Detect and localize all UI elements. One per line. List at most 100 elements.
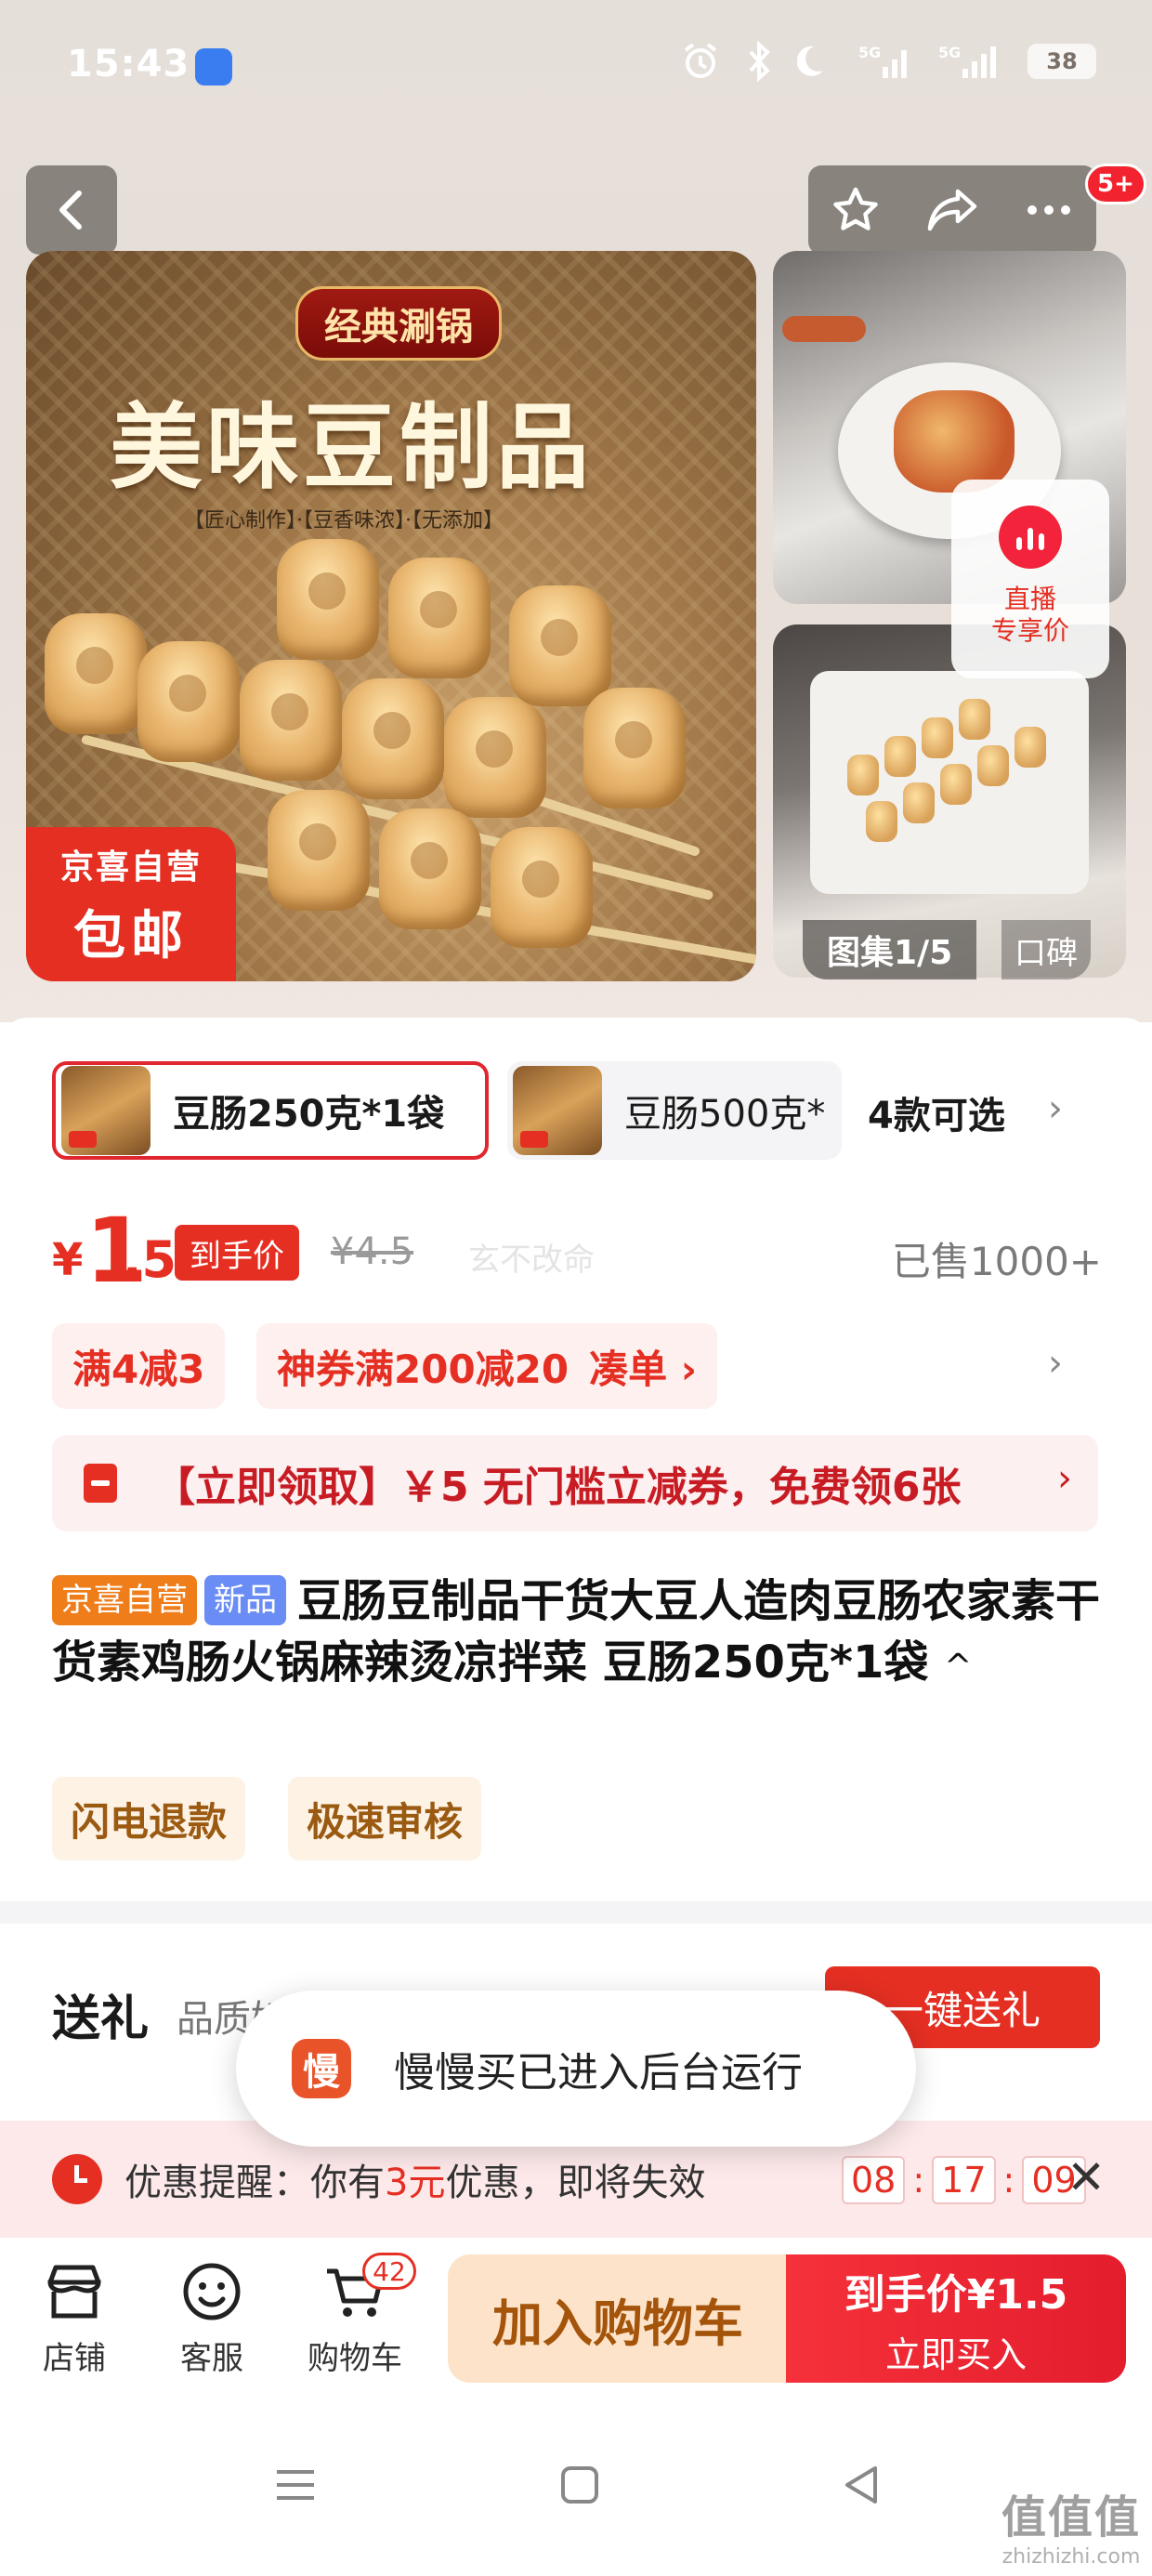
tofu-roll — [268, 790, 370, 911]
watermark-text: 玄不改命 — [468, 1242, 595, 1279]
battery-indicator: 38 — [1028, 44, 1096, 79]
app-logo-icon: 慢 — [292, 2039, 351, 2098]
app-notification-icon — [195, 48, 232, 85]
clock-icon — [52, 2154, 102, 2204]
site-watermark-logo: 值值值 — [1001, 2491, 1141, 2543]
sold-count: 已售1000+ — [891, 1239, 1102, 1284]
gift-title: 送礼 — [52, 1991, 150, 2047]
service-chip-refund[interactable]: 闪电退款 — [52, 1777, 246, 1860]
close-icon[interactable]: ✕ — [1067, 2150, 1106, 2204]
store-icon — [47, 2265, 101, 2319]
tofu-roll — [940, 764, 972, 805]
reminder-text: 优惠提醒：你有3元优惠，即将失效 — [124, 2162, 706, 2204]
signal-5g-icon: 5G — [858, 44, 907, 78]
coupon-icon — [84, 1464, 117, 1503]
promo-chip-coupon[interactable]: 神券满200减20 凑单 › — [256, 1323, 718, 1409]
tofu-roll — [922, 717, 953, 758]
alarm-icon — [684, 43, 717, 78]
service-label: 客服 — [180, 2340, 243, 2377]
hero-image[interactable]: 经典涮锅 美味豆制品 【匠心制作】·【豆香味浓】·【无添加】 京喜自营 包邮 — [26, 251, 756, 981]
signal-5g-icon-2: 5G — [938, 44, 996, 78]
price-decimal: .5 — [123, 1230, 177, 1289]
more-icon[interactable] — [1023, 184, 1075, 236]
toast-text: 慢慢买已进入后台运行 — [394, 2049, 803, 2096]
status-icons: 5G 5G 38 — [680, 41, 1096, 82]
variant-count[interactable]: 4款可选 — [868, 1085, 1005, 1139]
cart-label: 购物车 — [308, 2340, 402, 2377]
menu-icon[interactable] — [273, 2463, 318, 2507]
store-button[interactable]: 店铺 — [9, 2258, 139, 2378]
countdown-minutes: 17 — [932, 2156, 996, 2204]
tofu-roll — [509, 585, 611, 706]
gallery-counter[interactable]: 图集1/5 — [803, 920, 977, 979]
tofu-roll — [277, 539, 379, 660]
top-action-group — [808, 165, 1096, 255]
service-chip-review[interactable]: 极速审核 — [288, 1777, 482, 1860]
jx-free-shipping-badge: 京喜自营 包邮 — [26, 827, 236, 981]
collapse-caret-icon[interactable]: ^ — [944, 1648, 972, 1686]
variant-label: 豆肠250克*1袋 — [173, 1093, 445, 1136]
tofu-roll — [1015, 727, 1046, 768]
dish-shape — [894, 390, 1015, 493]
price-row: ¥ 1 .5 到手价 ¥4.5 玄不改命 已售1000+ — [52, 1199, 1102, 1303]
original-price: ¥4.5 — [331, 1230, 414, 1273]
bluetooth-icon — [749, 41, 770, 82]
tofu-roll — [884, 736, 916, 777]
live-label: 直播 专享价 — [990, 584, 1069, 646]
tofu-roll — [342, 678, 444, 799]
tofu-roll — [583, 688, 686, 808]
badge-line2: 包邮 — [73, 905, 189, 966]
more-badge: 5+ — [1085, 164, 1146, 204]
tofu-roll — [903, 782, 935, 823]
variant-option[interactable]: 豆肠500克* — [507, 1061, 842, 1160]
chevron-right-icon[interactable]: › — [1048, 1087, 1063, 1130]
site-watermark-url: zhizhizhi.com — [1001, 2545, 1141, 2569]
promo-bundle-link[interactable]: 凑单 › — [589, 1338, 697, 1395]
star-icon[interactable] — [830, 184, 882, 236]
cart-count-badge: 42 — [362, 2253, 416, 2290]
reviews-tab[interactable]: 口碑 — [1001, 920, 1091, 979]
back-button[interactable] — [26, 165, 117, 255]
promo-coupon-label: 神券满200减20 — [277, 1346, 569, 1392]
tag-jx-self-operated: 京喜自营 — [52, 1575, 197, 1625]
tag-new: 新品 — [204, 1575, 286, 1625]
tofu-roll — [959, 699, 990, 740]
tofu-roll — [866, 801, 897, 842]
coupon-text: 【立即领取】￥5 无门槛立减券，免费领6张 — [154, 1464, 962, 1511]
buy-now-button[interactable]: 到手价¥1.5 立即买入 — [786, 2254, 1126, 2383]
tofu-roll — [444, 697, 546, 818]
section-divider — [0, 1901, 1152, 1924]
tofu-roll — [379, 808, 481, 929]
status-bar: 15:43 5G 5G 38 — [0, 0, 1152, 139]
moon-icon — [797, 46, 823, 76]
svg-text:5G: 5G — [938, 44, 961, 61]
variant-label: 豆肠500克* — [624, 1093, 826, 1136]
tofu-roll — [137, 641, 240, 762]
final-price-tag: 到手价 — [175, 1225, 299, 1281]
home-icon[interactable] — [557, 2463, 602, 2507]
promo-chip-discount[interactable]: 满4减3 — [52, 1323, 226, 1409]
variant-thumbnail — [61, 1066, 151, 1155]
share-icon[interactable] — [924, 184, 980, 236]
hero-title: 美味豆制品 — [110, 392, 593, 502]
countdown-timer: 08 : 17 : 09 — [842, 2156, 1086, 2204]
status-time: 15:43 — [67, 43, 190, 85]
tofu-roll — [388, 558, 491, 678]
chevron-right-icon: › — [1057, 1457, 1072, 1500]
live-price-button[interactable]: 直播 专享价 — [951, 480, 1109, 678]
chevron-right-icon[interactable]: › — [1048, 1342, 1063, 1385]
tofu-roll — [977, 745, 1009, 786]
tofu-roll — [847, 755, 879, 795]
hero-banner: 经典涮锅 — [295, 286, 502, 361]
variant-option-selected[interactable]: 豆肠250克*1袋 — [52, 1061, 489, 1160]
customer-service-button[interactable]: 客服 — [147, 2258, 277, 2378]
system-navigation-bar: 值值值 zhizhizhi.com — [0, 2398, 1152, 2576]
live-icon — [999, 506, 1062, 569]
cart-button[interactable]: 42 购物车 — [290, 2253, 420, 2378]
back-nav-icon[interactable] — [840, 2463, 884, 2507]
buy-now-price: 到手价¥1.5 — [844, 2270, 1068, 2319]
add-to-cart-button[interactable]: 加入购物车 — [448, 2254, 788, 2383]
tofu-roll — [45, 613, 147, 734]
coupon-claim-bar[interactable]: 【立即领取】￥5 无门槛立减券，免费领6张 › — [52, 1435, 1098, 1531]
sausage-shape — [782, 316, 866, 342]
